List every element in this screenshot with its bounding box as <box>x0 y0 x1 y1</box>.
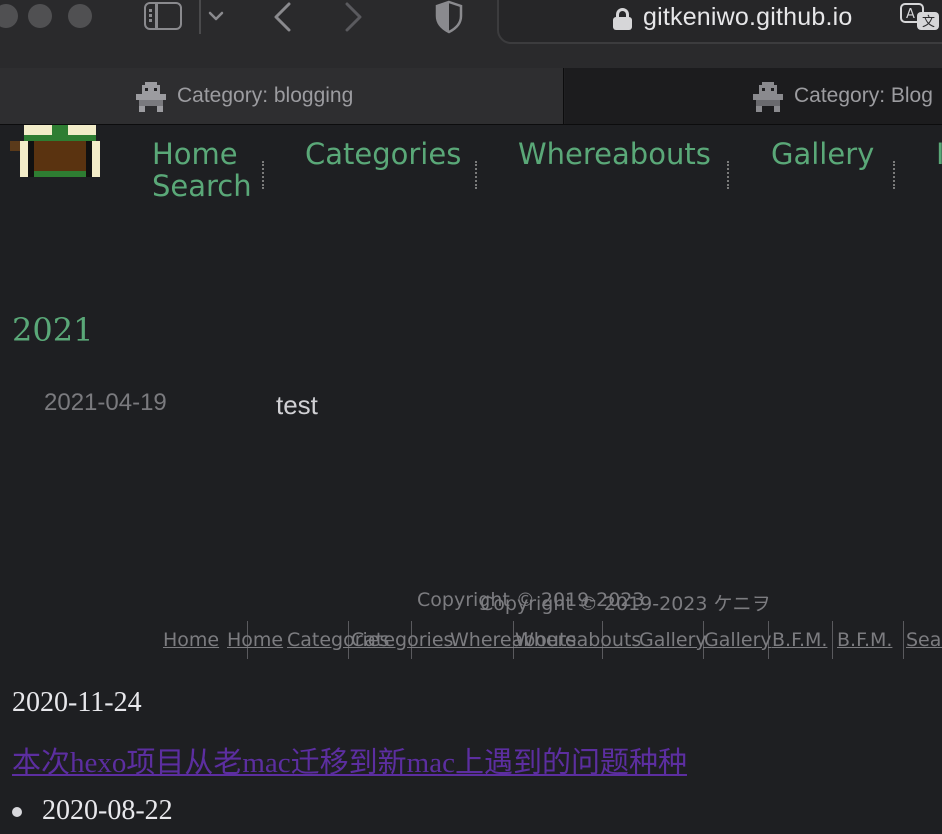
lock-icon <box>613 8 632 30</box>
tab-inactive[interactable]: Category: Blog <box>565 68 942 124</box>
list-item-date: 2020-08-22 <box>42 795 173 826</box>
site-favicon-icon <box>136 82 166 112</box>
footer-divider <box>903 621 904 659</box>
nav-home[interactable]: Home <box>152 137 238 171</box>
footer-link-whereabouts[interactable]: Whereabouts <box>515 629 641 651</box>
minimize-window-button[interactable] <box>28 4 52 28</box>
tab-title: Category: Blog <box>794 84 933 107</box>
footer-copyright-duplicate: Copyright © 2019-2023 ケニヲ <box>480 593 771 615</box>
tab-active[interactable]: Category: blogging <box>0 68 564 124</box>
footer-link-bfm[interactable]: B.F.M. <box>772 629 827 651</box>
footer-divider <box>832 621 833 659</box>
chevron-down-icon[interactable] <box>207 8 225 24</box>
nav-separator <box>475 161 477 189</box>
nav-separator <box>727 161 729 189</box>
browser-toolbar: gitkeniwo.github.io A 文 <box>0 0 942 68</box>
footer-link-home[interactable]: Home <box>163 629 219 651</box>
site-favicon-icon <box>753 82 783 112</box>
nav-item-clipped[interactable]: I <box>936 137 942 171</box>
close-window-button[interactable] <box>0 4 18 28</box>
tab-strip: Category: blogging Category: Blog <box>0 68 942 125</box>
web-page: Home Categories Whereabouts Gallery I Se… <box>0 125 942 834</box>
nav-gallery[interactable]: Gallery <box>771 137 874 171</box>
back-icon[interactable] <box>270 2 296 32</box>
nav-whereabouts[interactable]: Whereabouts <box>518 137 711 171</box>
nav-categories[interactable]: Categories <box>305 137 461 171</box>
archive-year: 2021 <box>12 311 94 349</box>
footer-link-bfm[interactable]: B.F.M. <box>837 629 892 651</box>
footer-link-home[interactable]: Home <box>227 629 283 651</box>
forward-icon[interactable] <box>340 2 366 32</box>
tab-title: Category: blogging <box>177 84 354 107</box>
toolbar-divider <box>199 0 201 34</box>
unstyled-post-link[interactable]: 本次hexo项目从老mac迁移到新mac上遇到的问题种种 <box>12 739 687 781</box>
svg-text:文: 文 <box>922 15 935 30</box>
nav-separator <box>893 161 895 189</box>
url-text[interactable]: gitkeniwo.github.io <box>643 3 853 32</box>
translate-icon[interactable]: A 文 <box>900 2 942 32</box>
nav-search[interactable]: Search <box>152 169 252 203</box>
sidebar-toggle-icon[interactable] <box>144 2 182 30</box>
nav-separator <box>262 161 264 189</box>
unstyled-post-date: 2020-11-24 <box>12 687 142 718</box>
footer-link-gallery[interactable]: Gallery <box>639 629 707 651</box>
zoom-window-button[interactable] <box>68 4 92 28</box>
post-title-link[interactable]: test <box>276 390 318 421</box>
list-bullet <box>12 807 22 817</box>
post-date: 2021-04-19 <box>44 389 167 416</box>
svg-text:A: A <box>906 7 915 22</box>
footer-link-gallery[interactable]: Gallery <box>704 629 772 651</box>
site-logo[interactable] <box>10 125 106 181</box>
footer-link-search[interactable]: Search <box>906 629 942 651</box>
footer-link-categories[interactable]: Categories <box>351 629 453 651</box>
privacy-shield-icon[interactable] <box>434 0 464 34</box>
